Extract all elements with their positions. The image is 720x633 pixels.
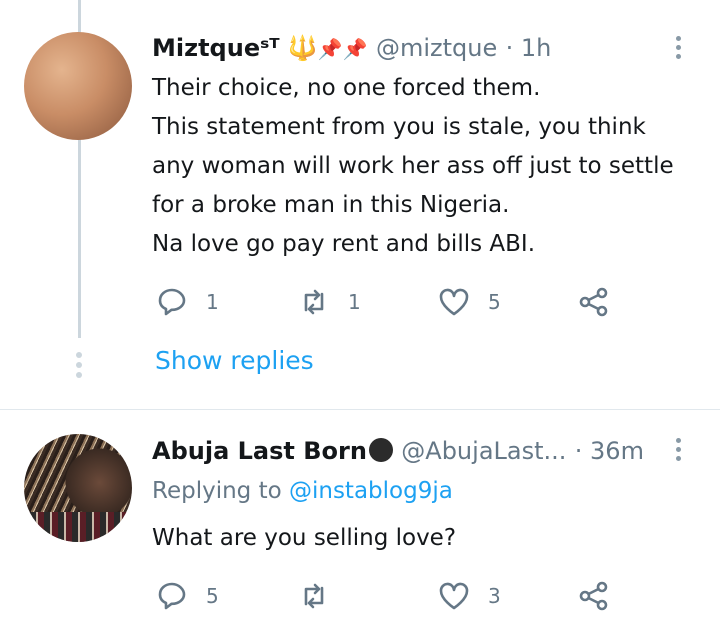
retweet-button[interactable]: 1 bbox=[298, 286, 361, 318]
trident-icon: 🔱 bbox=[287, 34, 318, 62]
avatar[interactable] bbox=[24, 434, 132, 542]
retweet-count: 1 bbox=[348, 290, 361, 314]
pushpin-icon: 📌 bbox=[317, 37, 343, 61]
like-button[interactable]: 5 bbox=[438, 286, 501, 318]
handle[interactable]: @miztque bbox=[376, 34, 497, 62]
more-options-icon[interactable] bbox=[676, 438, 682, 465]
tweet-text: Their choice, no one forced them. This s… bbox=[152, 75, 674, 257]
show-replies-link[interactable]: Show replies bbox=[155, 346, 314, 375]
tweet-text: What are you selling love? bbox=[152, 525, 457, 551]
reply-icon bbox=[158, 582, 186, 610]
smirk-face-icon bbox=[368, 438, 393, 462]
like-count: 5 bbox=[488, 290, 501, 314]
retweet-icon bbox=[304, 289, 324, 315]
thread-dot bbox=[76, 352, 82, 358]
handle[interactable]: @AbujaLast... bbox=[401, 437, 566, 465]
reply-count: 5 bbox=[206, 584, 219, 608]
reply-icon bbox=[158, 288, 186, 316]
thread-dot bbox=[76, 362, 82, 368]
thread-dot bbox=[76, 372, 82, 378]
retweet-button[interactable] bbox=[298, 580, 330, 612]
display-name[interactable]: Abuja Last Born bbox=[152, 437, 367, 465]
tweet-header: Miztqueˢᵀ 🔱📌📌 @miztque · 1h bbox=[152, 34, 551, 62]
replying-to-label: Replying to bbox=[152, 478, 282, 504]
retweet-icon bbox=[304, 583, 324, 609]
heart-icon bbox=[439, 582, 469, 610]
like-button[interactable]: 3 bbox=[438, 580, 501, 612]
reply-count: 1 bbox=[206, 290, 219, 314]
share-icon bbox=[579, 581, 608, 611]
mention-link[interactable]: @instablog9ja bbox=[289, 478, 453, 504]
replying-to: Replying to @instablog9ja bbox=[152, 478, 453, 504]
more-options-icon[interactable] bbox=[676, 36, 682, 63]
share-icon bbox=[579, 287, 608, 317]
reply-button[interactable]: 1 bbox=[156, 286, 219, 318]
avatar[interactable] bbox=[24, 32, 132, 140]
timestamp[interactable]: · 36m bbox=[575, 437, 644, 465]
display-name[interactable]: Miztqueˢᵀ bbox=[152, 34, 280, 62]
heart-icon bbox=[439, 288, 469, 316]
share-button[interactable] bbox=[578, 286, 610, 318]
reply-button[interactable]: 5 bbox=[156, 580, 219, 612]
divider bbox=[0, 409, 720, 410]
like-count: 3 bbox=[488, 584, 501, 608]
pushpin-icon: 📌 bbox=[342, 37, 368, 61]
timestamp[interactable]: · 1h bbox=[506, 34, 552, 62]
tweet-header: Abuja Last Born @AbujaLast... · 36m bbox=[152, 437, 644, 465]
share-button[interactable] bbox=[578, 580, 610, 612]
